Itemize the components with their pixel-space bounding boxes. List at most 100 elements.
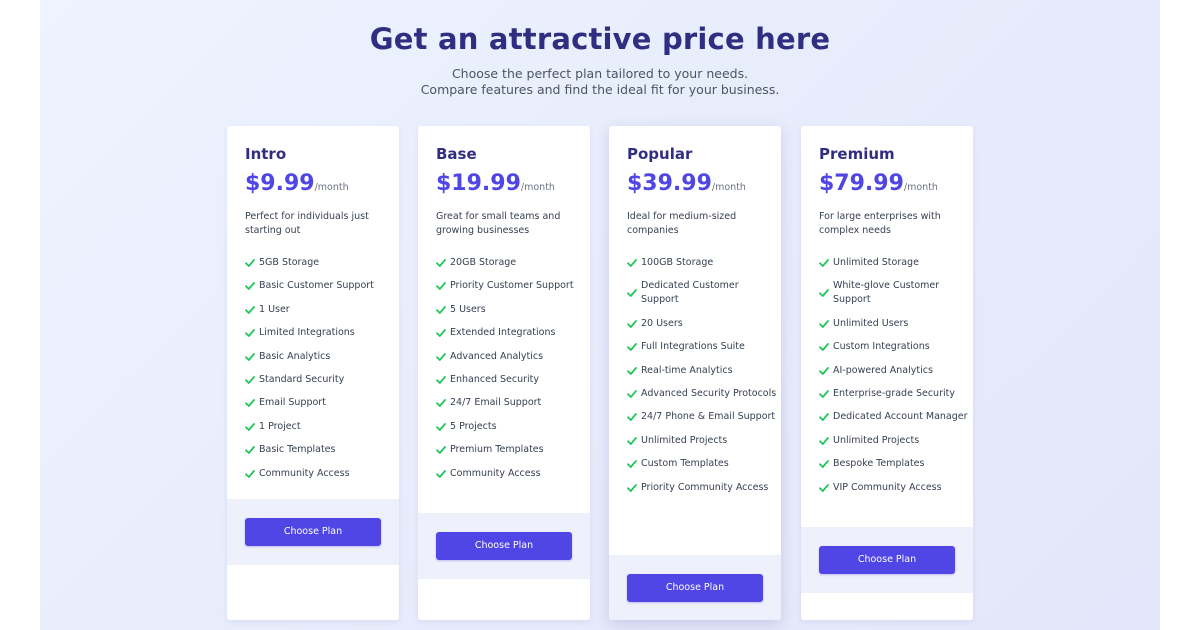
check-icon [627, 483, 641, 493]
feature-item: Custom Templates [627, 457, 777, 471]
check-icon [245, 398, 259, 408]
feature-label: Standard Security [259, 373, 345, 385]
plan-period: /month [314, 182, 349, 193]
plan-name: Premium [819, 145, 895, 163]
feature-label: 5 Users [450, 303, 486, 315]
check-icon [627, 258, 641, 268]
check-icon [627, 389, 641, 399]
check-icon [245, 469, 259, 479]
feature-item: VIP Community Access [819, 481, 969, 495]
feature-item: Basic Analytics [245, 350, 395, 364]
feature-item: 100GB Storage [627, 256, 777, 270]
check-icon [436, 305, 450, 315]
feature-item: 5 Projects [436, 420, 586, 434]
check-icon [245, 328, 259, 338]
choose-plan-button-base[interactable]: Choose Plan [436, 532, 572, 560]
feature-item: 5GB Storage [245, 256, 395, 270]
choose-plan-button-premium[interactable]: Choose Plan [819, 546, 955, 574]
feature-label: Real-time Analytics [641, 364, 733, 376]
feature-label: 1 Project [259, 420, 301, 432]
feature-label: Advanced Security Protocols [641, 387, 777, 399]
check-icon [436, 352, 450, 362]
check-icon [627, 436, 641, 446]
plan-period: /month [711, 182, 746, 193]
plan-price: $39.99 [627, 171, 712, 196]
plan-name: Popular [627, 145, 693, 163]
plan-footer: Choose Plan [418, 513, 590, 579]
feature-item: 5 Users [436, 303, 586, 317]
feature-label: Enhanced Security [450, 373, 540, 385]
feature-item: Real-time Analytics [627, 364, 777, 378]
check-icon [245, 422, 259, 432]
feature-label: Priority Customer Support [450, 280, 574, 292]
feature-label: 24/7 Phone & Email Support [641, 411, 776, 423]
check-icon [436, 398, 450, 408]
feature-label: Basic Customer Support [259, 280, 374, 292]
check-icon [627, 342, 641, 352]
feature-label: Unlimited Projects [833, 434, 920, 446]
feature-label: Enterprise-grade Security [833, 387, 955, 399]
feature-item: Premium Templates [436, 443, 586, 457]
feature-list: Unlimited Storage White-glove Customer Su… [819, 256, 969, 504]
check-icon [245, 352, 259, 362]
feature-item: Priority Customer Support [436, 279, 586, 293]
plan-description: Perfect for individuals just starting ou… [245, 211, 369, 236]
plan-card-base: Base $19.99/month Great for small teams … [418, 126, 590, 620]
feature-label: 1 User [259, 303, 290, 315]
feature-item: 20 Users [627, 317, 777, 331]
plan-price-row: $39.99/month [627, 171, 746, 196]
check-icon [245, 258, 259, 268]
plan-name: Base [436, 145, 477, 163]
check-icon [819, 366, 833, 376]
plan-footer: Choose Plan [801, 527, 973, 593]
plan-description: Great for small teams and growing busine… [436, 211, 561, 236]
check-icon [819, 389, 833, 399]
check-icon [627, 288, 641, 298]
check-icon [436, 328, 450, 338]
feature-item: Advanced Security Protocols [627, 387, 777, 401]
feature-label: 100GB Storage [641, 257, 714, 268]
feature-label: 5 Projects [450, 420, 497, 432]
feature-label: 20 Users [641, 317, 683, 329]
check-icon [819, 483, 833, 493]
feature-list: 5GB Storage Basic Customer Support 1 User L… [245, 256, 395, 490]
check-icon [819, 319, 833, 329]
feature-label: Dedicated Customer Support [641, 280, 739, 306]
plan-price: $19.99 [436, 171, 521, 196]
feature-label: Premium Templates [450, 444, 544, 456]
choose-plan-button-intro[interactable]: Choose Plan [245, 518, 381, 546]
feature-label: 20GB Storage [450, 257, 517, 268]
feature-item: Priority Community Access [627, 481, 777, 495]
check-icon [436, 375, 450, 385]
feature-label: Advanced Analytics [450, 350, 544, 362]
plan-price: $79.99 [819, 171, 904, 196]
feature-item: 24/7 Email Support [436, 396, 586, 410]
feature-label: Bespoke Templates [833, 458, 925, 470]
feature-label: Basic Templates [259, 444, 336, 456]
feature-item: Extended Integrations [436, 326, 586, 340]
feature-item: Unlimited Projects [627, 434, 777, 448]
check-icon [436, 445, 450, 455]
feature-item: Enhanced Security [436, 373, 586, 387]
feature-item: Advanced Analytics [436, 350, 586, 364]
feature-label: VIP Community Access [833, 481, 942, 493]
feature-label: Basic Analytics [259, 350, 331, 362]
check-icon [819, 342, 833, 352]
check-icon [245, 281, 259, 291]
check-icon [627, 366, 641, 376]
check-icon [627, 319, 641, 329]
check-icon [627, 412, 641, 422]
feature-item: Dedicated Account Manager [819, 410, 969, 424]
plan-period: /month [520, 182, 555, 193]
plan-price: $9.99 [245, 171, 315, 196]
feature-label: Extended Integrations [450, 327, 556, 339]
feature-item: 1 Project [245, 420, 395, 434]
feature-label: Custom Integrations [833, 341, 930, 353]
feature-item: 20GB Storage [436, 256, 586, 270]
choose-plan-button-popular[interactable]: Choose Plan [627, 574, 763, 602]
feature-label: Email Support [259, 397, 326, 409]
plan-description: For large enterprises with complex needs [819, 211, 941, 236]
feature-label: AI-powered Analytics [833, 364, 933, 376]
check-icon [436, 422, 450, 432]
check-icon [245, 375, 259, 385]
